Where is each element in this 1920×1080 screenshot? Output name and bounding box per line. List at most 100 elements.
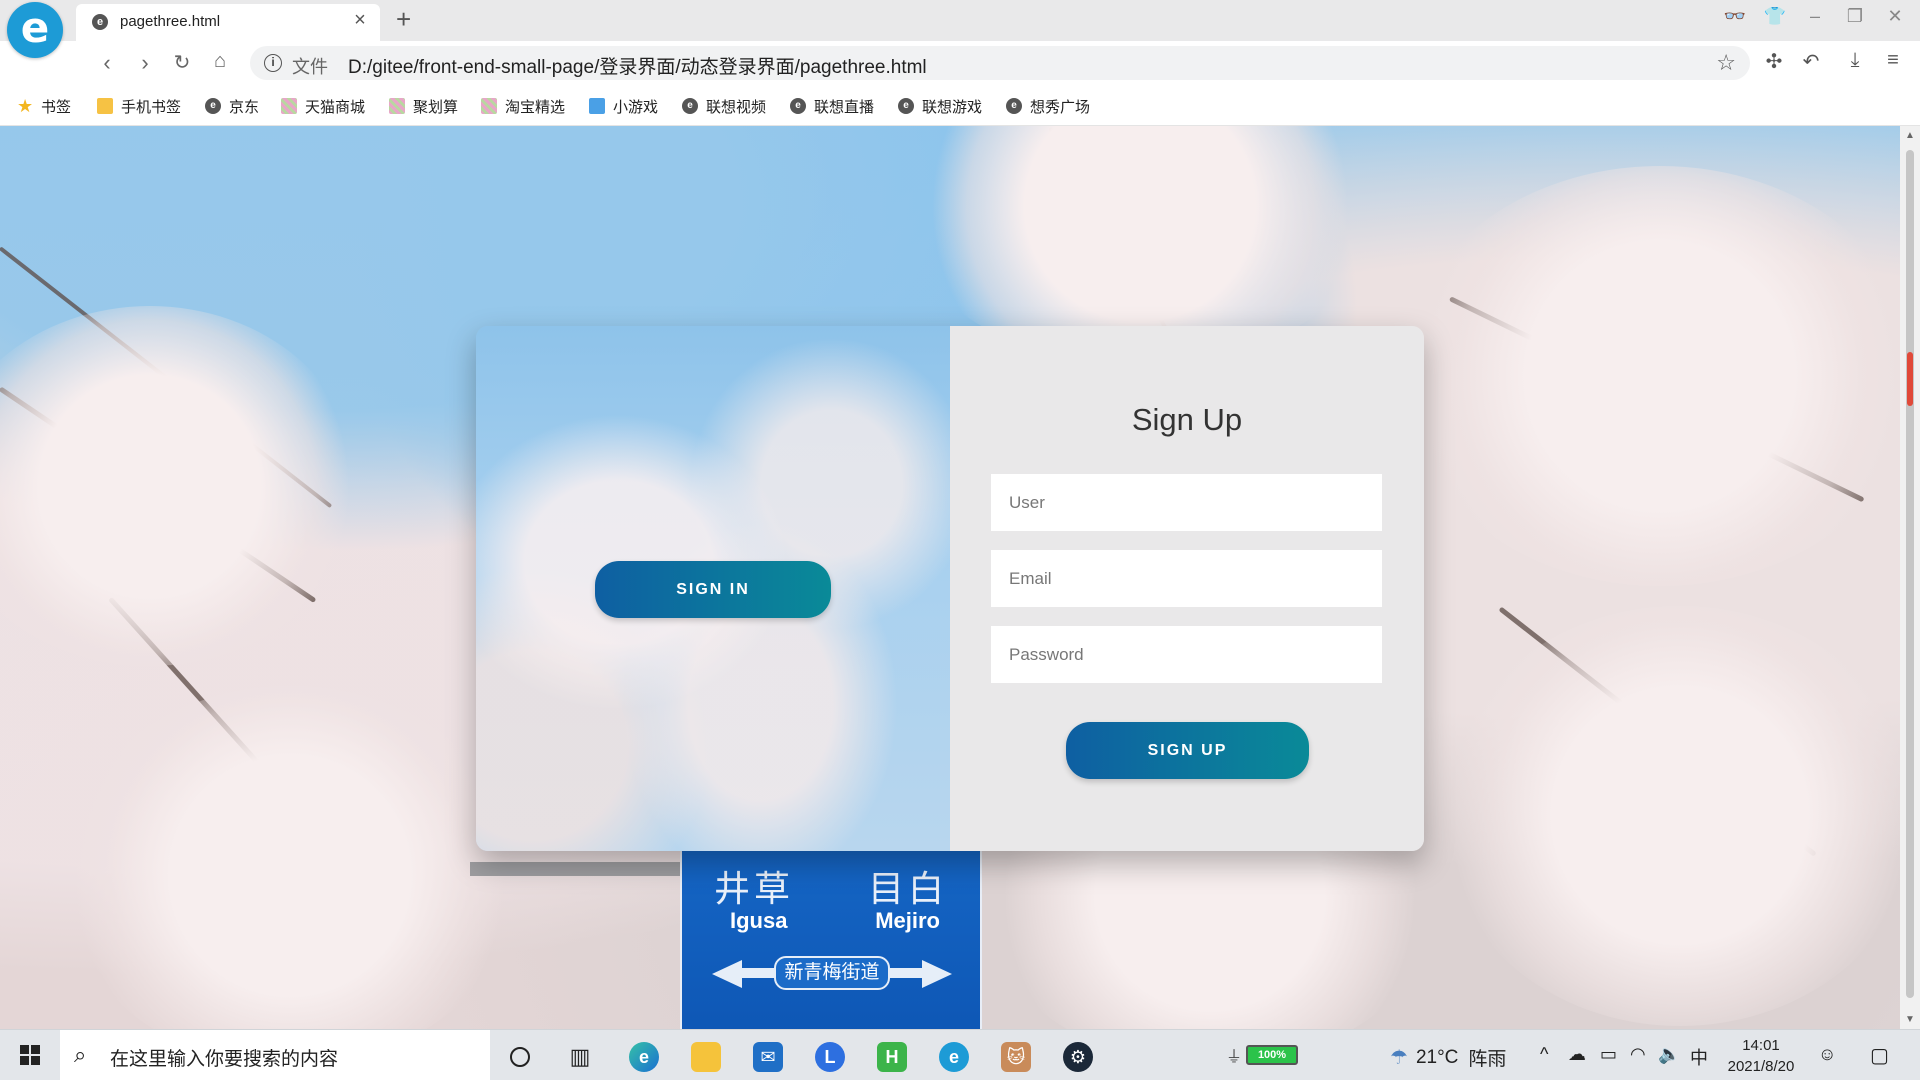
- e-icon: e: [205, 98, 221, 114]
- new-tab-button[interactable]: +: [396, 4, 411, 34]
- bookmark-item[interactable]: 聚划算: [389, 95, 458, 117]
- url-text[interactable]: D:/gitee/front-end-small-page/登录界面/动态登录界…: [348, 52, 927, 79]
- forward-icon[interactable]: ›: [131, 50, 159, 76]
- reload-icon[interactable]: ↻: [168, 50, 196, 75]
- sign-up-form: Sign Up SIGN UP: [950, 326, 1424, 851]
- search-icon: ⌕: [74, 1042, 87, 1067]
- minimize-icon[interactable]: –: [1800, 6, 1830, 27]
- weather-widget[interactable]: ☂ 21°C 阵雨: [1390, 1044, 1506, 1071]
- bookmark-item[interactable]: e 联想直播: [790, 95, 874, 117]
- bookmark-item[interactable]: 淘宝精选: [481, 95, 565, 117]
- steam-icon: ⚙: [1063, 1042, 1093, 1072]
- bookmark-item[interactable]: ★ 书签: [17, 95, 71, 117]
- mail-icon: ✉: [753, 1042, 783, 1072]
- image-icon: [389, 98, 405, 114]
- blossom-cluster: [1440, 606, 1900, 1026]
- blossom-cluster: [0, 306, 360, 666]
- game-icon: [589, 98, 605, 114]
- scroll-up-icon[interactable]: ▲: [1905, 130, 1915, 141]
- sign-road-name: 新青梅街道: [774, 956, 890, 990]
- sign-in-button[interactable]: SIGN IN: [595, 561, 831, 618]
- overlay-panel: SIGN IN: [476, 326, 950, 851]
- steam-app[interactable]: ⚙: [1054, 1037, 1102, 1077]
- battery-icon[interactable]: ▭: [1600, 1044, 1617, 1065]
- shirt-icon[interactable]: 👕: [1760, 6, 1790, 27]
- bookmark-label: 想秀广场: [1030, 98, 1091, 116]
- home-icon[interactable]: ⌂: [206, 50, 234, 73]
- close-tab-icon[interactable]: ×: [350, 9, 370, 32]
- face-icon[interactable]: ☺: [1818, 1044, 1836, 1065]
- blossom-cluster: [1400, 166, 1900, 586]
- e-icon: e: [898, 98, 914, 114]
- bookmark-item[interactable]: e 联想游戏: [898, 95, 982, 117]
- address-bar: ‹ › ↻ ⌂ i 文件 D:/gitee/front-end-small-pa…: [0, 41, 1920, 86]
- chevron-up-icon[interactable]: ^: [1540, 1044, 1548, 1065]
- notification-icon[interactable]: ▢: [1870, 1043, 1889, 1068]
- battery-indicator[interactable]: ⏚ 100%: [1226, 1045, 1299, 1066]
- cortana-icon[interactable]: [496, 1037, 544, 1077]
- info-icon[interactable]: i: [264, 54, 282, 72]
- wifi-icon[interactable]: ◠: [1630, 1044, 1646, 1065]
- menu-icon[interactable]: ≡: [1880, 49, 1906, 72]
- bookmark-label: 书签: [41, 98, 72, 116]
- sign-arrow-bar: 新青梅街道: [712, 956, 952, 990]
- mail-app[interactable]: ✉: [744, 1037, 792, 1077]
- glasses-icon[interactable]: 👓: [1720, 6, 1750, 27]
- password-field[interactable]: [991, 626, 1382, 683]
- sign-kanji-right: 目白: [867, 868, 948, 909]
- windows-start-icon[interactable]: [20, 1045, 40, 1065]
- scroll-thumb[interactable]: [1906, 150, 1914, 998]
- bookmark-label: 京东: [229, 98, 260, 116]
- lenovo-app[interactable]: L: [806, 1037, 854, 1077]
- cloud-icon[interactable]: ☁: [1568, 1044, 1586, 1065]
- e-icon: e: [939, 1042, 969, 1072]
- bookmark-item[interactable]: 小游戏: [589, 95, 658, 117]
- bookmark-label: 聚划算: [413, 98, 459, 116]
- email-field[interactable]: [991, 550, 1382, 607]
- h-icon: H: [877, 1042, 907, 1072]
- sign-pole: [470, 862, 680, 876]
- url-field[interactable]: i 文件 D:/gitee/front-end-small-page/登录界面/…: [250, 46, 1750, 80]
- download-icon[interactable]: ⤓: [1842, 49, 1868, 72]
- e-icon: e: [682, 98, 698, 114]
- e-icon: e: [1006, 98, 1022, 114]
- sign-up-button[interactable]: SIGN UP: [1066, 722, 1309, 779]
- e-icon: e: [790, 98, 806, 114]
- page-viewport: 井草 目白 Igusa Mejiro 新青梅街道 SIGN IN Sign Up…: [0, 126, 1900, 1029]
- clock-time: 14:01: [1742, 1037, 1780, 1054]
- back-icon[interactable]: ‹: [93, 50, 121, 76]
- user-field[interactable]: [991, 474, 1382, 531]
- browser-app[interactable]: e: [930, 1037, 978, 1077]
- sign-romaji-right: Mejiro: [875, 908, 940, 933]
- plug-icon: ⏚: [1226, 1049, 1243, 1066]
- bookmark-star-icon[interactable]: ☆: [1716, 50, 1736, 76]
- hbuilder-app[interactable]: H: [868, 1037, 916, 1077]
- bookmark-item[interactable]: 手机书签: [97, 95, 181, 117]
- undo-icon[interactable]: ↶: [1798, 49, 1824, 74]
- extensions-icon[interactable]: ✣: [1761, 49, 1787, 74]
- bookmark-item[interactable]: e 京东: [205, 95, 259, 117]
- taskbar-search[interactable]: ⌕ 在这里输入你要搜索的内容: [60, 1030, 490, 1080]
- vertical-scrollbar[interactable]: ▲ ▼: [1900, 126, 1920, 1029]
- bookmark-label: 天猫商城: [305, 98, 366, 116]
- edge-app[interactable]: e: [620, 1037, 668, 1077]
- restore-icon[interactable]: ❐: [1840, 6, 1870, 27]
- volume-icon[interactable]: 🔈: [1658, 1044, 1680, 1065]
- task-view-icon[interactable]: ▥: [556, 1037, 604, 1077]
- browser-logo[interactable]: e: [7, 2, 63, 58]
- scroll-down-icon[interactable]: ▼: [1905, 1014, 1915, 1025]
- login-card: SIGN IN Sign Up SIGN UP: [476, 326, 1424, 851]
- bookmark-label: 联想游戏: [922, 98, 983, 116]
- l-icon: L: [815, 1042, 845, 1072]
- edge-icon: e: [629, 1042, 659, 1072]
- photo-app[interactable]: 🐱: [992, 1037, 1040, 1077]
- close-window-icon[interactable]: ✕: [1880, 6, 1910, 27]
- clock-date: 2021/8/20: [1727, 1058, 1795, 1075]
- file-explorer-app[interactable]: [682, 1037, 730, 1077]
- bookmark-label: 淘宝精选: [505, 98, 566, 116]
- bookmark-item[interactable]: e 联想视频: [682, 95, 766, 117]
- tab-pagethree[interactable]: e pagethree.html ×: [76, 4, 380, 41]
- bookmark-item[interactable]: e 想秀广场: [1006, 95, 1090, 117]
- bookmark-item[interactable]: 天猫商城: [281, 95, 365, 117]
- clock[interactable]: 14:01 2021/8/20: [1706, 1035, 1816, 1077]
